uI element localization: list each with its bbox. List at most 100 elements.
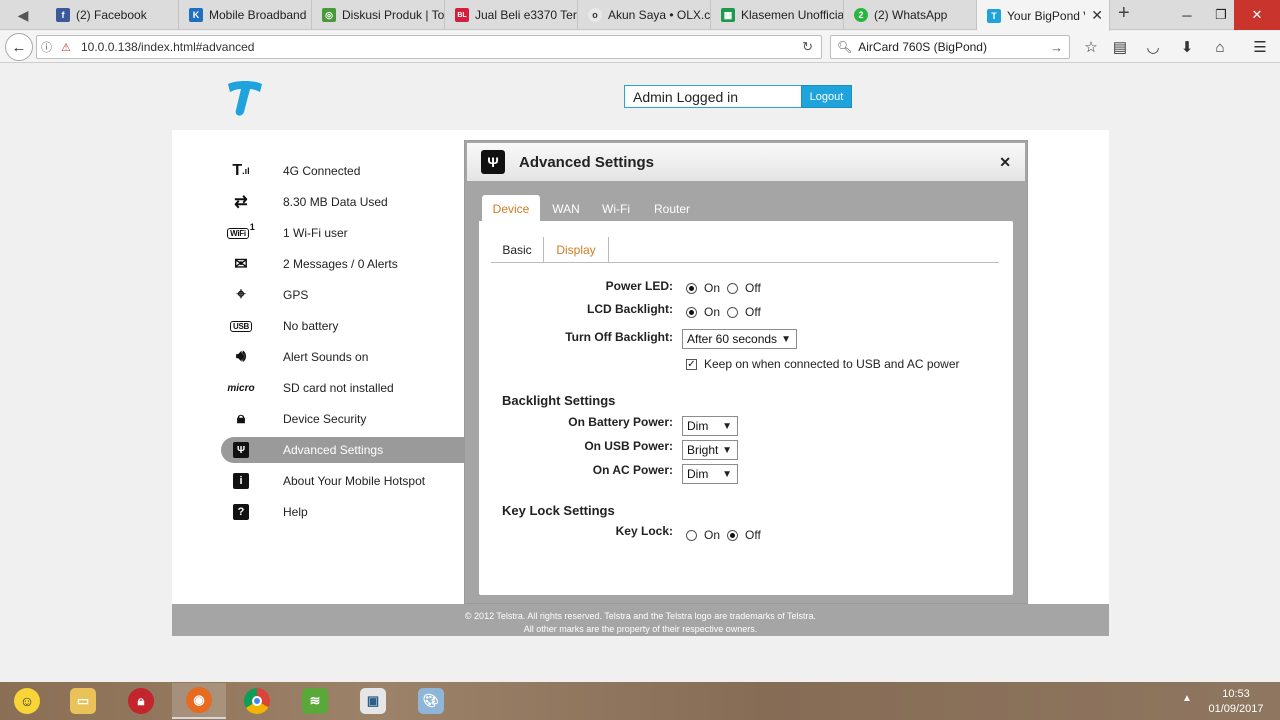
taskbar-wifi-app[interactable]: ≋ <box>288 683 342 719</box>
turn-off-backlight-select[interactable]: After 60 seconds ▼ <box>682 329 797 349</box>
paint-palette-icon: 🎨︎ <box>418 688 444 714</box>
info-icon[interactable]: ⓘ <box>41 39 57 55</box>
power-led-on-radio[interactable]: On <box>686 281 720 295</box>
taskbar-window-app[interactable]: ▣ <box>346 683 400 719</box>
tab-router[interactable]: Router <box>647 195 697 222</box>
search-go-icon[interactable]: → <box>1050 40 1063 55</box>
browser-tab-diskusi-produk[interactable]: ◎ Diskusi Produk | To <box>312 0 445 30</box>
sidebar-item-device-security[interactable]: 🔒︎ Device Security <box>221 406 465 432</box>
sidebar-item-connection[interactable]: T .ıl 4G Connected <box>221 158 465 184</box>
bukalapak-favicon-icon: BL <box>455 8 469 22</box>
lcd-backlight-off-radio[interactable]: Off <box>727 305 761 319</box>
keep-on-checkbox[interactable]: ✓ Keep on when connected to USB and AC p… <box>686 357 960 371</box>
tab-wifi[interactable]: Wi-Fi <box>595 195 637 222</box>
sidebar-item-label: Device Security <box>283 412 367 426</box>
lock-app-icon: 🔒︎ <box>128 688 154 714</box>
search-bar[interactable]: 🔍︎ AirCard 760S (BigPond) → <box>830 35 1070 59</box>
radio-button[interactable] <box>686 306 697 318</box>
usb-power-select[interactable]: Bright ▼ <box>682 440 738 460</box>
sidebar-item-gps[interactable]: ⌖ GPS <box>221 282 465 308</box>
logout-button[interactable]: Logout <box>801 85 852 108</box>
subtab-display[interactable]: Display <box>544 237 609 262</box>
browser-tab-bigpond[interactable]: T Your BigPond V ✕ <box>977 0 1110 31</box>
sidebar-item-sd-card[interactable]: micro SD card not installed <box>221 375 465 401</box>
window-close-icon[interactable]: ✕ <box>1234 0 1280 30</box>
key-lock-settings-heading: Key Lock Settings <box>502 503 615 518</box>
taskbar-lock-app[interactable]: 🔒︎ <box>114 683 168 719</box>
chrome-icon <box>244 688 270 714</box>
sidebar-item-label: Alert Sounds on <box>283 350 369 364</box>
tab-list-icon[interactable]: ◀ <box>0 0 46 30</box>
radio-button[interactable] <box>686 282 697 294</box>
wrench-icon: Ψ <box>481 150 505 174</box>
sidebar-item-messages[interactable]: ✉ 2 Messages / 0 Alerts <box>221 251 465 277</box>
sidebar-item-label: About Your Mobile Hotspot <box>283 474 426 488</box>
power-led-off-radio[interactable]: Off <box>727 281 761 295</box>
tab-title: Diskusi Produk | To <box>342 8 444 22</box>
radio-button[interactable] <box>727 529 738 541</box>
sidebar-item-wifi-users[interactable]: WiFi 1 1 Wi-Fi user <box>221 220 465 246</box>
clock-date: 01/09/2017 <box>1208 703 1264 715</box>
key-lock-off-radio[interactable]: Off <box>727 528 761 542</box>
sidebar-item-advanced-settings[interactable]: Ψ Advanced Settings <box>221 437 465 463</box>
taskbar-paint[interactable]: 🎨︎ <box>404 683 458 719</box>
taskbar-firefox[interactable]: ◉ <box>172 683 226 719</box>
tab-device[interactable]: Device <box>482 195 540 222</box>
sidebar-item-about[interactable]: i About Your Mobile Hotspot <box>221 468 465 494</box>
sidebar-item-battery[interactable]: USB No battery <box>221 313 465 339</box>
tab-wan[interactable]: WAN <box>545 195 587 222</box>
taskbar-chrome[interactable] <box>230 683 284 719</box>
checkbox[interactable]: ✓ <box>686 358 697 370</box>
browser-tab-olx[interactable]: o Akun Saya • OLX.co <box>578 0 711 30</box>
tab-title: Your BigPond V <box>1007 8 1085 23</box>
ac-power-label: On AC Power: <box>592 463 673 477</box>
system-clock[interactable]: 10:53 01/09/2017 <box>1196 687 1276 717</box>
address-bar[interactable]: ⓘ ⚠ 10.0.0.138/index.html#advanced ↻ <box>36 35 822 59</box>
sidebar-item-alert-sounds[interactable]: 🔊︎ Alert Sounds on <box>221 344 465 370</box>
folder-icon: ▭ <box>70 688 96 714</box>
subtab-basic[interactable]: Basic <box>491 237 544 262</box>
sidebar-item-data-usage[interactable]: ⇄ 8.30 MB Data Used <box>221 189 465 215</box>
radio-button[interactable] <box>686 529 697 541</box>
menu-icon[interactable]: ☰ <box>1249 37 1271 57</box>
browser-tab-jual-beli[interactable]: BL Jual Beli e3370 Terr <box>445 0 578 30</box>
reload-icon[interactable]: ↻ <box>802 39 813 55</box>
mobile-broadband-favicon-icon: K <box>189 8 203 22</box>
signal-icon: T .ıl <box>232 162 250 179</box>
browser-tab-facebook[interactable]: f (2) Facebook <box>46 0 179 30</box>
ac-power-select[interactable]: Dim ▼ <box>682 464 738 484</box>
search-input[interactable]: AirCard 760S (BigPond) <box>858 40 987 54</box>
url-text[interactable]: 10.0.0.138/index.html#advanced <box>81 40 254 54</box>
radio-button[interactable] <box>727 306 738 318</box>
tray-chevron-up-icon[interactable]: ▲ <box>1182 693 1192 704</box>
key-lock-on-radio[interactable]: On <box>686 528 720 542</box>
sidebar-item-label: SD card not installed <box>283 381 394 395</box>
start-button[interactable]: ☺ <box>0 683 54 719</box>
home-icon[interactable]: ⌂ <box>1209 37 1231 57</box>
browser-tab-mobile-broadband[interactable]: K Mobile Broadband <box>179 0 312 30</box>
restore-icon[interactable]: ❐ <box>1204 0 1238 30</box>
battery-power-select[interactable]: Dim ▼ <box>682 416 738 436</box>
radio-label: Off <box>745 305 761 319</box>
download-icon[interactable]: ⬇ <box>1176 37 1198 57</box>
bookmark-star-icon[interactable]: ☆ <box>1080 37 1102 57</box>
browser-tab-whatsapp[interactable]: 2 (2) WhatsApp <box>844 0 977 30</box>
sidebar-item-label: 1 Wi-Fi user <box>283 226 348 240</box>
taskbar-file-explorer[interactable]: ▭ <box>56 683 110 719</box>
close-tab-icon[interactable]: ✕ <box>1091 7 1103 24</box>
windows-taskbar: ☺ ▭ 🔒︎ ◉ ≋ ▣ 🎨︎ <box>0 682 1280 720</box>
reading-list-icon[interactable]: ▤ <box>1109 37 1131 57</box>
browser-tab-klasemen[interactable]: ▦ Klasemen Unofficia <box>711 0 844 30</box>
sidebar-item-help[interactable]: ? Help <box>221 499 465 525</box>
new-tab-icon[interactable]: + <box>1118 2 1130 25</box>
close-icon[interactable]: ✕ <box>999 154 1011 171</box>
radio-button[interactable] <box>727 282 738 294</box>
minimize-icon[interactable]: ─ <box>1170 0 1204 30</box>
chevron-down-icon: ▼ <box>722 420 732 432</box>
back-arrow-icon[interactable]: ← <box>5 33 33 61</box>
pocket-icon[interactable]: ◡ <box>1142 37 1164 57</box>
lcd-backlight-on-radio[interactable]: On <box>686 305 720 319</box>
info-icon: i <box>221 473 261 489</box>
login-status-field: Admin Logged in <box>624 85 802 108</box>
radio-label: On <box>704 528 721 542</box>
